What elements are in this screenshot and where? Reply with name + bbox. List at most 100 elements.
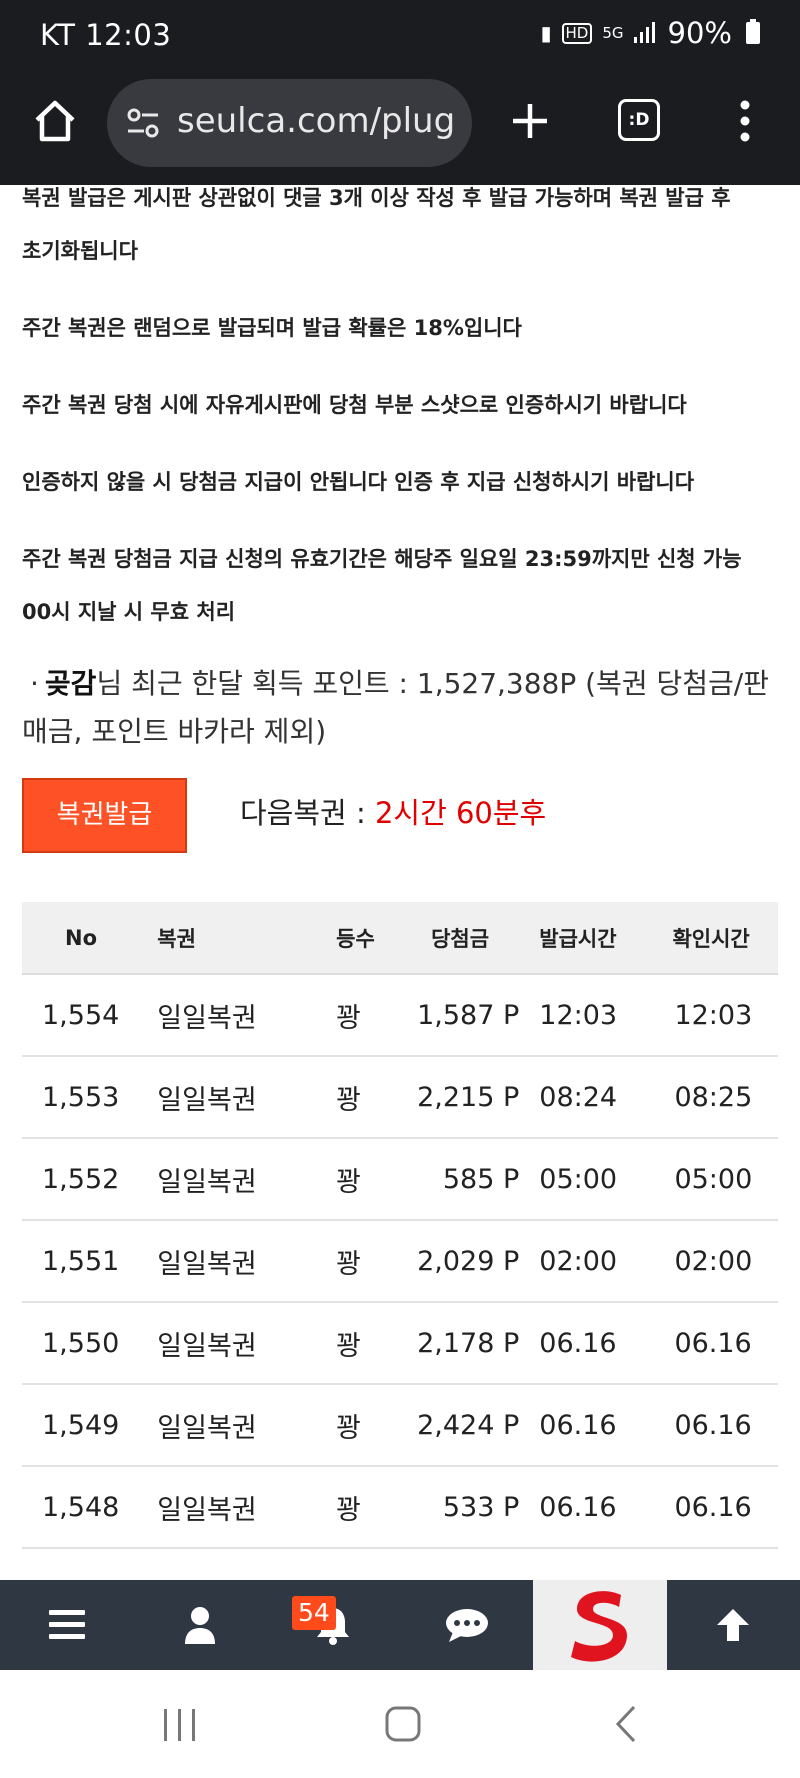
cell-rank: 꽝 [318, 1384, 418, 1467]
header-issued-time: 발급시간 [539, 902, 663, 975]
cell-ticket: 일일복권 [157, 974, 319, 1057]
bullet: · [30, 667, 39, 700]
cell-ticket: 일일복권 [157, 1384, 319, 1467]
next-ticket-label: 다음복권 : [240, 796, 375, 830]
cell-checked-time: 06.16 [662, 1466, 778, 1549]
notice-line: 복권 발급은 게시판 상관없이 댓글 3개 이상 작성 후 발급 가능하며 복권… [22, 186, 731, 210]
next-ticket-timer: 다음복권 : 2시간 60분후 [240, 790, 546, 832]
site-logo[interactable] [533, 1580, 667, 1670]
user-nickname: 곶감 [44, 667, 97, 700]
cell-ticket: 일일복권 [157, 1466, 319, 1549]
cell-prize: 2,178 P [417, 1302, 540, 1385]
cell-prize: 585 P [417, 1138, 540, 1221]
cell-ticket: 일일복권 [157, 1138, 319, 1221]
cell-rank: 꽝 [318, 1302, 418, 1385]
user-icon[interactable] [133, 1580, 266, 1670]
points-text: 님 최근 한달 획득 포인트 : 1,527,388P (복권 당첨금/판 [96, 667, 769, 700]
notice-line: 인증하지 않을 시 당첨금 지급이 안됩니다 인증 후 지급 신청하시기 바랍니… [22, 470, 695, 494]
header-no: No [22, 902, 158, 975]
carrier-time: KT 12:03 [40, 18, 172, 52]
more-options-icon[interactable] [735, 96, 755, 146]
table-row: 1,551 일일복권 꽝 2,029 P 02:00 02:00 [22, 1220, 778, 1303]
cell-prize: 1,587 P [417, 974, 540, 1057]
cell-checked-time: 08:25 [662, 1056, 778, 1139]
cell-prize: 2,029 P [417, 1220, 540, 1303]
arrow-up-icon[interactable] [667, 1580, 800, 1670]
cell-ticket: 일일복권 [157, 1220, 319, 1303]
recent-apps-icon[interactable] [160, 1707, 200, 1743]
table-row: 1,548 일일복권 꽝 533 P 06.16 06.16 [22, 1466, 778, 1549]
cell-issued-time: 06.16 [539, 1384, 663, 1467]
header-ticket: 복권 [157, 902, 319, 975]
cell-checked-time: 12:03 [662, 974, 778, 1057]
cell-checked-time: 02:00 [662, 1220, 778, 1303]
cell-checked-time: 06.16 [662, 1384, 778, 1467]
issue-ticket-button[interactable]: 복권발급 [22, 778, 187, 853]
site-settings-icon[interactable] [125, 105, 161, 141]
notice-line: 초기화됩니다 [22, 239, 138, 263]
table-header-row: No 복권 등수 당첨금 발급시간 확인시간 [22, 902, 778, 975]
cell-no: 1,552 [22, 1138, 158, 1221]
table-row: 1,553 일일복권 꽝 2,215 P 08:24 08:25 [22, 1056, 778, 1139]
home-button-icon[interactable] [384, 1705, 422, 1743]
battery-icon [746, 19, 760, 44]
cell-issued-time: 08:24 [539, 1056, 663, 1139]
cell-no: 1,551 [22, 1220, 158, 1303]
cell-issued-time: 06.16 [539, 1302, 663, 1385]
system-navigation-bar [0, 1670, 800, 1778]
cell-rank: 꽝 [318, 1220, 418, 1303]
cell-issued-time: 12:03 [539, 974, 663, 1057]
status-icons: ▮ HD 5G 90% [540, 16, 760, 50]
cell-prize: 533 P [417, 1466, 540, 1549]
table-row: 1,554 일일복권 꽝 1,587 P 12:03 12:03 [22, 974, 778, 1057]
cell-checked-time: 05:00 [662, 1138, 778, 1221]
cell-no: 1,548 [22, 1466, 158, 1549]
bottom-navigation [0, 1580, 800, 1670]
status-bar: KT 12:03 ▮ HD 5G 90% [0, 0, 800, 74]
notice-line: 주간 복권 당첨 시에 자유게시판에 당첨 부분 스샷으로 인증하시기 바랍니다 [22, 393, 687, 417]
cell-issued-time: 02:00 [539, 1220, 663, 1303]
menu-icon[interactable] [0, 1580, 133, 1670]
cell-rank: 꽝 [318, 1138, 418, 1221]
notice-line: 00시 지날 시 무효 처리 [22, 600, 236, 624]
table-row: 1,550 일일복권 꽝 2,178 P 06.16 06.16 [22, 1302, 778, 1385]
browser-toolbar: seulca.com/plug :D [0, 74, 800, 185]
home-icon[interactable] [30, 96, 80, 146]
notice-list: 복권 발급은 게시판 상관없이 댓글 3개 이상 작성 후 발급 가능하며 복권… [22, 180, 782, 639]
header-checked-time: 확인시간 [662, 902, 778, 975]
cell-rank: 꽝 [318, 1056, 418, 1139]
notice-line: 주간 복권 당첨금 지급 신청의 유효기간은 해당주 일요일 23:59까지만 … [22, 547, 742, 571]
table-row: 1,552 일일복권 꽝 585 P 05:00 05:00 [22, 1138, 778, 1221]
battery-percent: 90% [667, 16, 732, 50]
signal-icon [633, 21, 658, 46]
cell-no: 1,553 [22, 1056, 158, 1139]
notice-line: 주간 복권은 랜덤으로 발급되며 발급 확률은 18%입니다 [22, 316, 522, 340]
ticket-history-table: No 복권 등수 당첨금 발급시간 확인시간 1,554 일일복권 꽝 1,58… [22, 902, 778, 1549]
cell-no: 1,554 [22, 974, 158, 1057]
cell-rank: 꽝 [318, 974, 418, 1057]
cell-no: 1,549 [22, 1384, 158, 1467]
next-ticket-value: 2시간 60분후 [374, 796, 547, 830]
chat-icon[interactable] [400, 1580, 533, 1670]
back-icon[interactable] [612, 1704, 642, 1744]
cell-checked-time: 06.16 [662, 1302, 778, 1385]
address-bar[interactable]: seulca.com/plug [107, 79, 472, 167]
hd-voice-icon: HD [561, 22, 593, 44]
cell-prize: 2,424 P [417, 1384, 540, 1467]
cell-no: 1,550 [22, 1302, 158, 1385]
cell-ticket: 일일복권 [157, 1056, 319, 1139]
network-type-icon: 5G [602, 23, 624, 42]
cell-ticket: 일일복권 [157, 1302, 319, 1385]
monthly-points-info: · 곶감님 최근 한달 획득 포인트 : 1,527,388P (복권 당첨금/판… [22, 660, 782, 756]
battery-saver-icon: ▮ [540, 21, 552, 45]
cell-issued-time: 05:00 [539, 1138, 663, 1221]
cell-prize: 2,215 P [417, 1056, 540, 1139]
tab-switcher-button[interactable]: :D [618, 99, 660, 141]
url-text[interactable]: seulca.com/plug [177, 101, 462, 141]
new-tab-icon[interactable] [505, 96, 555, 146]
cell-issued-time: 06.16 [539, 1466, 663, 1549]
table-row: 1,549 일일복권 꽝 2,424 P 06.16 06.16 [22, 1384, 778, 1467]
notification-count-badge: 54 [292, 1596, 336, 1630]
cell-rank: 꽝 [318, 1466, 418, 1549]
points-text-cont: 매금, 포인트 바카라 제외) [22, 715, 327, 748]
